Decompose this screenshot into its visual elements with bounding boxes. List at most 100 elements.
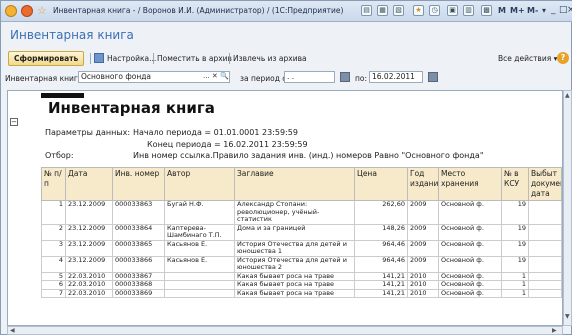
- params-label: Параметры данных:: [45, 128, 131, 137]
- cell-number: 5: [41, 271, 66, 281]
- cell-title: Александр Стопани: революционер, учёный-…: [234, 200, 355, 225]
- book-field-buttons[interactable]: ... ✕ 🔍: [203, 72, 229, 80]
- cell-author: Касьянов Е.: [164, 239, 235, 257]
- cell-year: 2009: [407, 200, 439, 225]
- cell-location: Основной ф.: [438, 239, 502, 257]
- table-row[interactable]: 1 23.12.2009 000033863 Бугай Н.Ф. Алекса…: [41, 200, 562, 225]
- cell-title: История Отечества для детей и юношества …: [234, 239, 355, 257]
- cell-number: 7: [41, 288, 66, 298]
- minimize-icon[interactable]: _: [551, 5, 556, 15]
- all-actions-button[interactable]: Все действия ▾: [498, 54, 557, 63]
- dropdown-icon[interactable]: ▾: [542, 6, 546, 15]
- report-title: Инвентарная книга: [48, 99, 215, 117]
- cell-date: 22.03.2010: [65, 271, 113, 281]
- period-to-calendar-icon[interactable]: [428, 72, 438, 82]
- cell-date: 23.12.2009: [65, 223, 113, 241]
- history-icon[interactable]: ◷: [429, 5, 440, 16]
- print-icon[interactable]: ▦: [377, 5, 388, 16]
- cell-disposed: [528, 223, 562, 241]
- table-header-row: № п/п Дата Инв. номер Автор Заглавие Цен…: [41, 167, 562, 201]
- memory-subtract-button[interactable]: M-: [527, 6, 538, 15]
- cell-title: Какая бывает роса на траве: [234, 288, 355, 298]
- collapse-group-icon[interactable]: −: [10, 118, 18, 126]
- memory-store-button[interactable]: M: [498, 6, 506, 15]
- calculator-icon[interactable]: ▩: [481, 5, 492, 16]
- cell-inventory-number: 000033865: [112, 239, 165, 257]
- cell-location: Основной ф.: [438, 280, 502, 290]
- period-to-field[interactable]: 16.02.2011: [369, 71, 423, 83]
- toolbar-separator: [153, 53, 154, 64]
- cell-inventory-number: 000033867: [112, 271, 165, 281]
- book-label: Инвентарная книга:: [5, 74, 85, 83]
- scroll-left-icon[interactable]: ◀: [10, 327, 15, 334]
- cell-location: Основной ф.: [438, 200, 502, 225]
- preview-icon[interactable]: ▧: [393, 5, 404, 16]
- table-row[interactable]: 7 22.03.2010 000033869 Какая бывает роса…: [41, 288, 562, 298]
- cell-disposed: [528, 280, 562, 290]
- table-row[interactable]: 2 23.12.2009 000033864 Каптерева-Шамбина…: [41, 223, 562, 241]
- settings-icon[interactable]: [94, 53, 104, 63]
- table-row[interactable]: 4 23.12.2009 000033866 Касьянов Е. Истор…: [41, 255, 562, 273]
- settings-button[interactable]: Настройка...: [107, 54, 156, 63]
- cell-ksu: 1: [501, 280, 529, 290]
- period-from-calendar-icon[interactable]: [340, 72, 350, 82]
- copy-icon[interactable]: ▣: [447, 5, 458, 16]
- scroll-right-icon[interactable]: ▶: [552, 327, 557, 334]
- cell-author: [164, 271, 235, 281]
- generate-button[interactable]: Сформировать: [8, 51, 85, 66]
- cell-number: 1: [41, 200, 66, 225]
- cell-inventory-number: 000033868: [112, 280, 165, 290]
- cell-year: 2010: [407, 288, 439, 298]
- cell-location: Основной ф.: [438, 223, 502, 241]
- period-from-field[interactable]: . .: [284, 71, 335, 83]
- cell-number: 3: [41, 239, 66, 257]
- column-header: Место хранения: [438, 167, 502, 201]
- cell-disposed: [528, 288, 562, 298]
- horizontal-scrollbar[interactable]: ◀ ▶: [7, 326, 563, 335]
- back-icon[interactable]: [21, 5, 33, 17]
- cell-disposed: [528, 255, 562, 273]
- memory-add-button[interactable]: M+: [510, 6, 525, 15]
- table-row[interactable]: 6 22.03.2010 000033868 Какая бывает роса…: [41, 280, 562, 290]
- cell-year: 2010: [407, 271, 439, 281]
- cell-date: 23.12.2009: [65, 200, 113, 225]
- scroll-down-icon[interactable]: ▼: [565, 313, 570, 320]
- form-heading: Инвентарная книга: [10, 28, 134, 42]
- close-icon[interactable]: ×: [567, 5, 572, 15]
- favorites-icon[interactable]: ★: [413, 5, 424, 16]
- cell-title: Какая бывает роса на траве: [234, 271, 355, 281]
- parameters-bar: Инвентарная книга: Основного фонда ... ✕…: [1, 69, 572, 87]
- scroll-up-icon[interactable]: ▲: [565, 92, 570, 99]
- column-header: Автор: [164, 167, 235, 201]
- cell-ksu: 19: [501, 255, 529, 273]
- table-row[interactable]: 5 22.03.2010 000033867 Какая бывает роса…: [41, 271, 562, 281]
- cell-author: Каптерева-Шамбинаго Т.П.: [164, 223, 235, 241]
- cell-number: 6: [41, 280, 66, 290]
- archive-extract-button[interactable]: Извлечь из архива: [233, 54, 307, 63]
- table-row[interactable]: 3 23.12.2009 000033865 Касьянов Е. Истор…: [41, 239, 562, 257]
- calendar-icon[interactable]: ▥: [463, 5, 474, 16]
- cell-price: 148,26: [354, 223, 408, 241]
- help-icon[interactable]: ?: [557, 52, 569, 64]
- cell-year: 2009: [407, 255, 439, 273]
- cell-inventory-number: 000033869: [112, 288, 165, 298]
- cell-title: История Отечества для детей и юношества …: [234, 255, 355, 273]
- cell-location: Основной ф.: [438, 271, 502, 281]
- column-header: № в КСУ: [501, 167, 529, 201]
- cell-inventory-number: 000033866: [112, 255, 165, 273]
- cell-location: Основной ф.: [438, 255, 502, 273]
- column-header: № п/п: [41, 167, 66, 201]
- period-end-text: Конец периода = 16.02.2011 23:59:59: [147, 140, 308, 149]
- report-header-bar: [41, 93, 84, 98]
- column-header: Заглавие: [234, 167, 355, 201]
- cell-ksu: 19: [501, 223, 529, 241]
- save-icon[interactable]: ▤: [361, 5, 372, 16]
- cell-ksu: 1: [501, 271, 529, 281]
- cell-date: 23.12.2009: [65, 255, 113, 273]
- vertical-scrollbar[interactable]: ▲ ▼: [563, 90, 572, 326]
- period-start-text: Начало периода = 01.01.0001 23:59:59: [133, 128, 298, 137]
- cell-year: 2010: [407, 280, 439, 290]
- column-header: Дата: [65, 167, 113, 201]
- archive-put-button[interactable]: Поместить в архив: [157, 54, 232, 63]
- favorite-star-icon[interactable]: ☆: [37, 4, 47, 17]
